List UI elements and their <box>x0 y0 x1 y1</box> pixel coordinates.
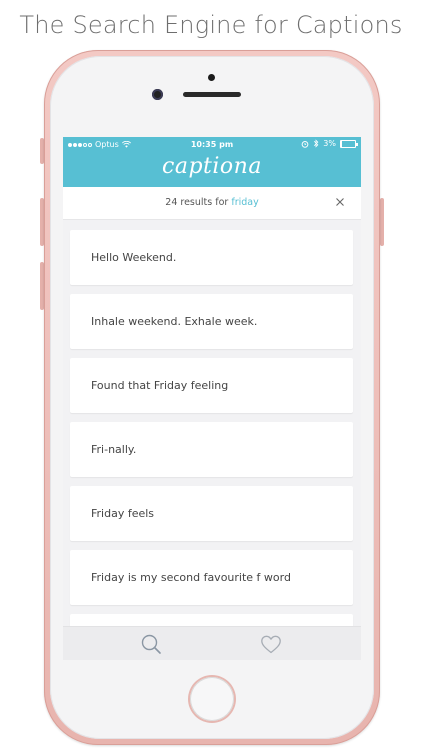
proximity-sensor <box>208 74 215 81</box>
battery-icon <box>340 139 358 148</box>
result-card[interactable]: Found that Friday feeling <box>70 358 353 413</box>
result-caption: Fri-nally. <box>91 443 137 456</box>
result-card[interactable]: Inhale weekend. Exhale week. <box>70 294 353 349</box>
alarm-icon <box>301 140 309 148</box>
status-right: 3% <box>301 139 358 148</box>
result-caption: Friday is my second favourite f word <box>91 571 291 584</box>
result-card[interactable]: Hello Weekend. <box>70 230 353 285</box>
app-screen: Optus 10:35 pm 3% captiona 24 results fo… <box>63 137 361 660</box>
battery-percentage: 3% <box>323 139 336 148</box>
front-camera <box>152 89 163 100</box>
search-icon <box>141 634 161 654</box>
result-caption: Found that Friday feeling <box>91 379 229 392</box>
results-count-label: 24 results for <box>165 197 229 208</box>
result-card[interactable]: Friday feels <box>70 486 353 541</box>
tab-favourites[interactable] <box>259 632 283 656</box>
bluetooth-icon <box>314 139 319 148</box>
close-icon[interactable] <box>333 196 347 210</box>
result-caption: Friday feels <box>91 507 155 520</box>
status-bar: Optus 10:35 pm 3% <box>63 137 361 153</box>
results-summary: 24 results for friday <box>63 197 361 208</box>
result-card[interactable]: Friday is my second favourite f word <box>70 550 353 605</box>
result-caption: Inhale weekend. Exhale week. <box>91 315 258 328</box>
earpiece-speaker <box>183 92 241 97</box>
result-caption: Hello Weekend. <box>91 251 177 264</box>
tab-search[interactable] <box>139 632 163 656</box>
home-button[interactable] <box>190 677 234 721</box>
tab-bar <box>63 626 361 660</box>
result-card[interactable]: Fri-nally. <box>70 422 353 477</box>
app-header: Optus 10:35 pm 3% captiona <box>63 137 361 187</box>
search-query[interactable]: friday <box>231 197 258 208</box>
power-button <box>380 198 384 246</box>
headline: The Search Engine for Captions <box>19 11 403 39</box>
results-bar: 24 results for friday <box>63 187 361 220</box>
results-list: Hello Weekend. Inhale weekend. Exhale wee… <box>70 230 353 660</box>
heart-icon <box>261 635 281 654</box>
app-logo: captiona <box>162 154 262 179</box>
